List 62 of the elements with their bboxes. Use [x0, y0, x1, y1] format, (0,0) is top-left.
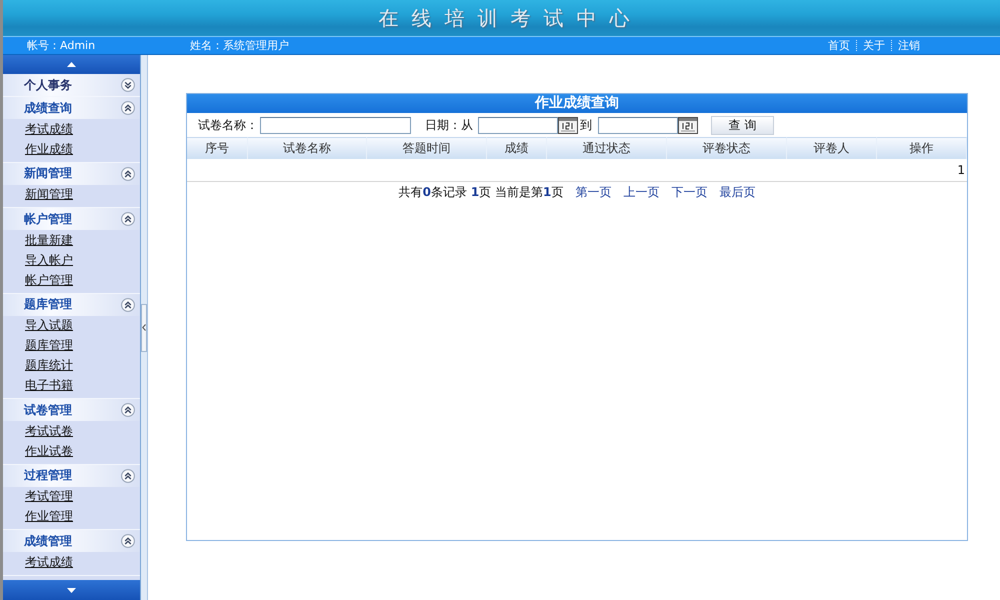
section-header[interactable]: 题库管理 — [3, 294, 140, 316]
section-header[interactable]: 试卷管理 — [3, 399, 140, 421]
nav-link[interactable]: 考试成绩 — [25, 554, 73, 570]
double-chevron-up-icon[interactable] — [121, 212, 135, 226]
double-chevron-up-icon[interactable] — [121, 468, 135, 482]
nav-link[interactable]: 作业试卷 — [25, 442, 73, 460]
account-label: 帐号：Admin — [27, 39, 96, 52]
column-header: 操作 — [877, 137, 967, 159]
column-header: 序号 — [187, 137, 248, 159]
nav-link[interactable]: 电子书籍 — [25, 377, 73, 394]
date-from-input[interactable] — [478, 116, 558, 134]
paper-name-label: 试卷名称： — [198, 116, 258, 134]
page-link[interactable]: 下一页 — [671, 185, 708, 199]
column-header: 通过状态 — [547, 137, 667, 159]
section-header[interactable]: 成绩查询 — [3, 97, 140, 119]
panel-title-bar: 作业成绩查询 — [187, 94, 967, 113]
double-chevron-up-icon[interactable] — [121, 403, 135, 417]
date-from-label: 日期：从 — [425, 116, 473, 134]
date-to-label: 到 — [580, 116, 592, 134]
nav-link[interactable]: 帐户管理 — [25, 272, 73, 288]
search-button[interactable]: 查 询 — [711, 116, 774, 134]
column-header: 试卷名称 — [248, 137, 367, 159]
nav-link[interactable]: 题库统计 — [25, 357, 73, 374]
nav-link[interactable]: 作业管理 — [25, 508, 73, 525]
table-cell: 1 — [187, 159, 967, 182]
page-link[interactable]: 上一页 — [623, 185, 660, 199]
nav-link[interactable]: 导入帐户 — [25, 252, 73, 268]
calendar-icon[interactable] — [558, 116, 578, 134]
section-header[interactable]: 成绩管理 — [3, 530, 140, 552]
calendar-icon[interactable] — [678, 116, 698, 134]
caret-down-icon — [67, 588, 76, 592]
nav-link[interactable]: 考试管理 — [25, 488, 73, 505]
caret-up-icon — [67, 62, 76, 67]
column-header: 评卷人 — [787, 137, 877, 159]
chevron-left-icon — [142, 324, 146, 331]
section-header[interactable]: 新闻管理 — [3, 162, 140, 184]
record-summary: 共有0条记录 1页 当前是第1页 — [398, 185, 564, 199]
column-header: 评卷状态 — [667, 137, 787, 159]
double-chevron-up-icon[interactable] — [121, 534, 135, 548]
nav-link[interactable]: 作业成绩 — [25, 140, 73, 158]
double-chevron-up-icon[interactable] — [121, 166, 135, 180]
collapse-handle[interactable] — [141, 304, 147, 352]
page-link[interactable]: 最后页 — [719, 185, 756, 199]
user-name-label: 姓名：系统管理用户 — [190, 38, 289, 53]
section-header[interactable]: 帐户管理 — [3, 208, 140, 230]
app-title: 在线培训考试中心 — [378, 4, 642, 32]
nav-link[interactable]: 题库管理 — [25, 337, 73, 354]
nav-link[interactable]: 批量新建 — [25, 232, 73, 248]
nav-link[interactable]: 新闻管理 — [25, 186, 73, 203]
column-header: 成绩 — [487, 137, 547, 159]
date-to-input[interactable] — [598, 116, 678, 134]
double-chevron-up-icon[interactable] — [121, 101, 135, 115]
section-header[interactable]: 过程管理 — [3, 464, 140, 486]
column-header: 答题时间 — [367, 137, 487, 159]
nav-link[interactable]: 考试成绩 — [25, 120, 73, 138]
nav-link[interactable]: 导入试题 — [25, 317, 73, 334]
double-chevron-down-icon[interactable] — [121, 78, 135, 92]
nav-link[interactable]: 考试试卷 — [25, 422, 73, 440]
page-link[interactable]: 第一页 — [575, 185, 612, 199]
section-header[interactable]: 个人事务 — [3, 74, 140, 96]
paper-name-input[interactable] — [260, 116, 411, 134]
double-chevron-up-icon[interactable] — [121, 298, 135, 312]
